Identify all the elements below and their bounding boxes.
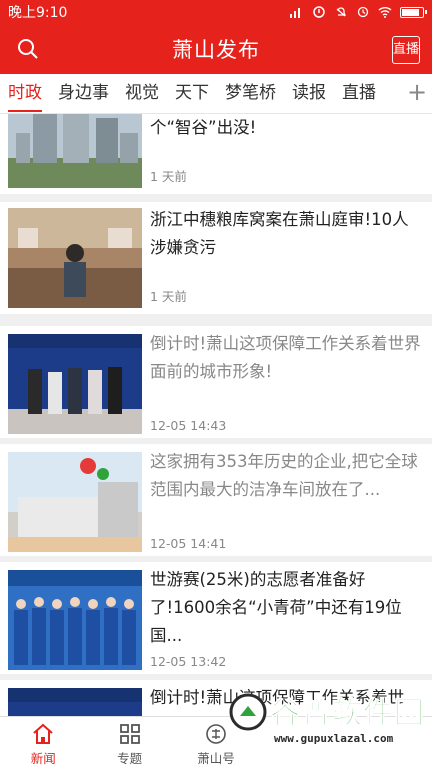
grid-icon	[119, 724, 140, 744]
watermark-logo-icon	[229, 693, 267, 731]
news-thumbnail-volunteers-icon	[8, 570, 142, 670]
news-headline: 倒计时!萧山这项保障工作关系着世界面前的城市形象!	[150, 334, 421, 381]
watermark-name: 谷普软件园	[270, 696, 425, 732]
nav-news-label: 新闻	[30, 751, 56, 766]
status-time: 晚上9:10	[8, 5, 68, 21]
alarm-icon	[357, 6, 369, 18]
add-tab-icon[interactable]: +	[402, 74, 432, 113]
news-thumbnail-fina-stage-icon	[8, 334, 142, 434]
tab-local[interactable]: 身边事	[50, 74, 117, 113]
seal-icon	[206, 724, 226, 744]
list-item[interactable]: 浙江中穗粮库窝案在萧山庭审!10人涉嫌贪污 1 天前	[0, 202, 432, 314]
news-time: 12-05 14:43	[150, 418, 227, 433]
nav-topics[interactable]: 专题	[86, 717, 172, 768]
list-item[interactable]: 大动作!数字经济独角兽将在萧山这个“智谷”出没! 1 天前	[0, 114, 432, 194]
network-icon	[290, 8, 300, 18]
battery-icon	[400, 6, 427, 18]
tab-mengbiqiao[interactable]: 梦笔桥	[217, 74, 284, 113]
news-headline: 浙江中穗粮库窝案在萧山庭审!10人涉嫌贪污	[150, 210, 409, 257]
news-thumbnail-courtroom-icon	[8, 208, 142, 308]
list-item[interactable]: 这家拥有353年历史的企业,把它全球范围内最大的洁净车间放在了... 12-05…	[0, 444, 432, 556]
list-item[interactable]: 倒计时!萧山这项保障工作关系着世界面前的城市形象! 12-05 14:43	[0, 326, 432, 438]
news-thumbnail-factory-icon	[8, 452, 142, 552]
tab-politics[interactable]: 时政	[0, 74, 50, 113]
watermark: 谷普软件园 www.gupuxlazal.com	[228, 688, 428, 768]
tab-visual[interactable]: 视觉	[117, 74, 167, 113]
news-headline: 这家拥有353年历史的企业,把它全球范围内最大的洁净车间放在了...	[150, 452, 418, 499]
news-headline: 世游赛(25米)的志愿者准备好了!1600余名“小青荷”中还有19位国...	[150, 570, 402, 645]
list-item[interactable]: 世游赛(25米)的志愿者准备好了!1600余名“小青荷”中还有19位国... 1…	[0, 562, 432, 674]
news-time: 1 天前	[150, 289, 187, 304]
news-thumbnail-fina-stage-icon	[8, 688, 142, 716]
tab-newspaper[interactable]: 读报	[284, 74, 334, 113]
app-bar: 萧山发布 直播	[0, 24, 432, 74]
tab-live[interactable]: 直播	[334, 74, 384, 113]
home-icon	[33, 723, 53, 744]
news-list: 大动作!数字经济独角兽将在萧山这个“智谷”出没! 1 天前 浙江中穗粮库窝案在萧…	[0, 114, 432, 716]
signal-icon	[313, 6, 325, 18]
news-time: 12-05 13:42	[150, 654, 227, 669]
tab-world[interactable]: 天下	[167, 74, 217, 113]
wifi-icon	[378, 7, 392, 18]
category-tabs: 时政 身边事 视觉 天下 梦笔桥 读报 直播 +	[0, 74, 432, 114]
nav-topics-label: 专题	[117, 751, 143, 766]
news-thumbnail-city-icon	[8, 114, 142, 188]
nav-news[interactable]: 新闻	[0, 717, 86, 768]
app-title: 萧山发布	[172, 38, 260, 62]
search-icon[interactable]	[16, 37, 40, 61]
watermark-url: www.gupuxlazal.com	[274, 732, 394, 745]
news-headline: 大动作!数字经济独角兽将在萧山这个“智谷”出没!	[150, 118, 257, 137]
live-button[interactable]: 直播	[392, 36, 420, 64]
news-time: 1 天前	[150, 169, 187, 184]
news-time: 12-05 14:41	[150, 536, 227, 551]
status-bar: 晚上9:10	[0, 0, 432, 24]
mute-icon	[336, 7, 347, 17]
